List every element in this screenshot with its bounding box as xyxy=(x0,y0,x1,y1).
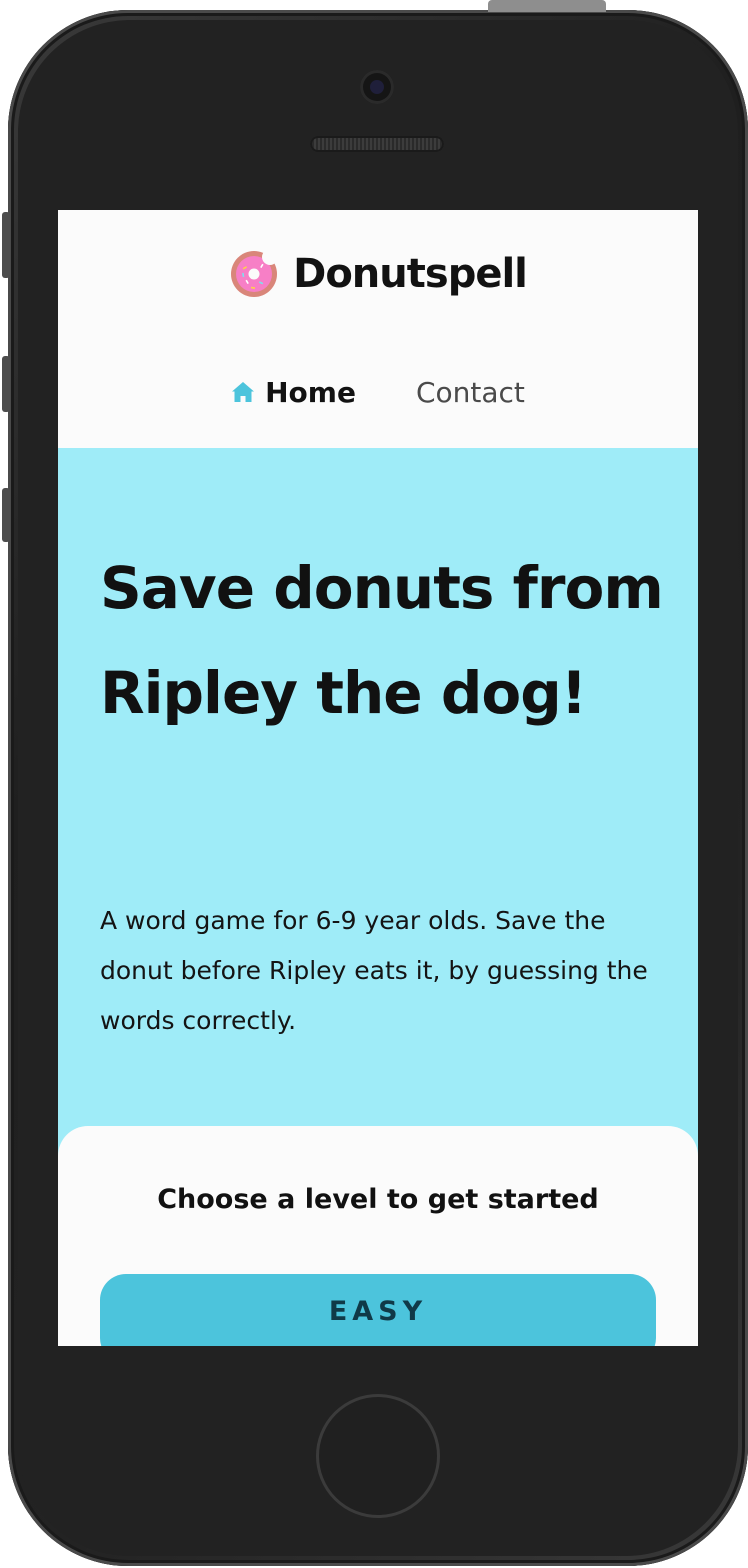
volume-up-button xyxy=(2,356,10,412)
nav-item-label: Home xyxy=(265,375,356,409)
screen: Donutspell Home Contact Save donuts from… xyxy=(58,210,698,1346)
site-header: Donutspell Home Contact xyxy=(58,210,698,448)
easy-level-button[interactable]: EASY xyxy=(100,1274,656,1346)
home-button[interactable] xyxy=(316,1394,440,1518)
earpiece-speaker xyxy=(310,136,444,152)
level-selection-card: Choose a level to get started EASY xyxy=(58,1126,698,1346)
level-heading: Choose a level to get started xyxy=(157,1184,599,1215)
power-button xyxy=(488,0,606,12)
brand[interactable]: Donutspell xyxy=(58,244,698,304)
donut-icon xyxy=(231,249,279,297)
nav-item-label: Contact xyxy=(415,375,525,409)
easy-level-label: EASY xyxy=(328,1296,428,1327)
hero-description: A word game for 6-9 year olds. Save the … xyxy=(100,906,648,1035)
main-nav: Home Contact xyxy=(58,370,698,414)
mute-switch xyxy=(2,212,10,278)
nav-item-contact[interactable]: Contact xyxy=(416,376,525,409)
hero-title: Save donuts from Ripley the dog! xyxy=(100,554,664,727)
front-camera xyxy=(360,70,394,104)
brand-name: Donutspell xyxy=(293,251,528,297)
nav-item-home[interactable]: Home xyxy=(231,376,356,409)
house-icon xyxy=(232,382,255,402)
volume-down-button xyxy=(2,488,10,542)
